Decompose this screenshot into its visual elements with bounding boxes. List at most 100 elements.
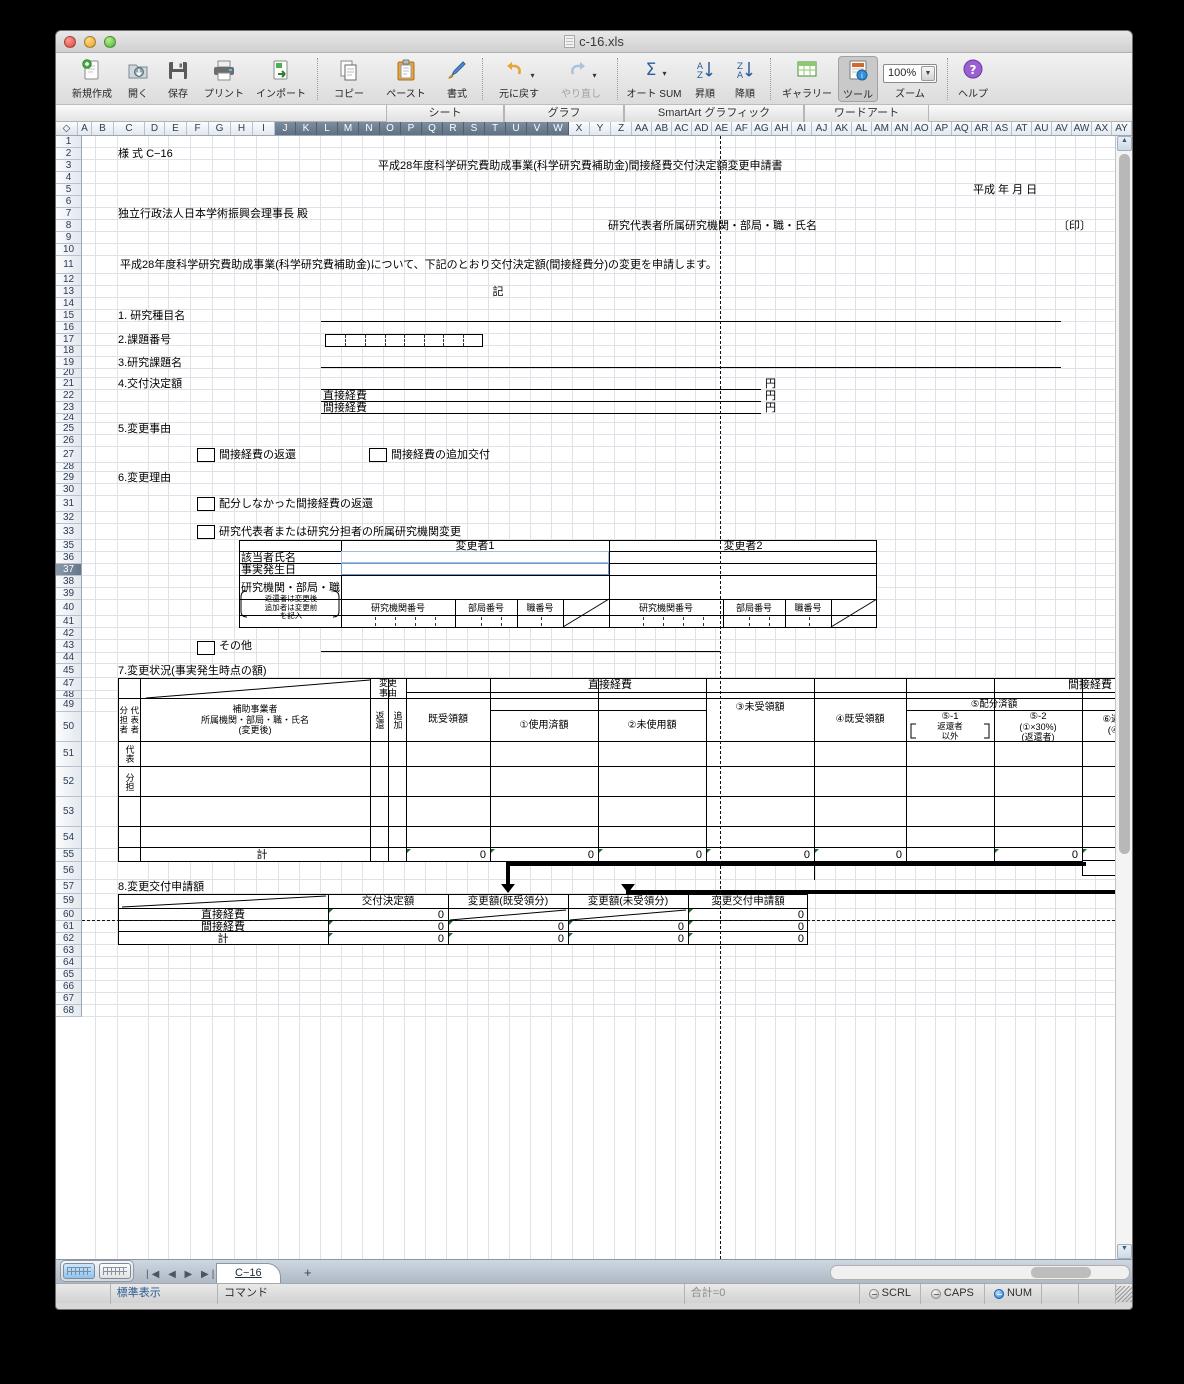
row-header-52[interactable]: 52 bbox=[56, 767, 82, 797]
toolbar-gallery-button[interactable]: ギャラリー bbox=[776, 56, 838, 100]
column-header-ap[interactable]: AP bbox=[932, 122, 952, 135]
toolbar-new-button[interactable]: 新規作成 bbox=[66, 56, 118, 100]
row-header-15[interactable]: 15 bbox=[56, 310, 82, 322]
row-header-21[interactable]: 21 bbox=[56, 378, 82, 390]
row-header-5[interactable]: 5 bbox=[56, 184, 82, 196]
vertical-scrollbar[interactable]: ▲ ▼ bbox=[1115, 136, 1132, 1259]
row-header-10[interactable]: 10 bbox=[56, 244, 82, 256]
chevron-down-icon[interactable]: ▼ bbox=[921, 66, 935, 81]
toolbar-help-button[interactable]: ? ヘルプ bbox=[953, 56, 993, 100]
row-header-17[interactable]: 17 bbox=[56, 334, 82, 346]
column-header-k[interactable]: K bbox=[296, 122, 317, 135]
row-header-54[interactable]: 54 bbox=[56, 827, 82, 849]
column-header-v[interactable]: V bbox=[527, 122, 548, 135]
row-header-33[interactable]: 33 bbox=[56, 524, 82, 540]
column-header-af[interactable]: AF bbox=[732, 122, 752, 135]
row-header-42[interactable]: 42 bbox=[56, 628, 82, 640]
toolbar-print-button[interactable]: プリント bbox=[198, 56, 250, 100]
column-header-r[interactable]: R bbox=[443, 122, 464, 135]
row-header-6[interactable]: 6 bbox=[56, 196, 82, 208]
row-header-14[interactable]: 14 bbox=[56, 298, 82, 310]
toolbar-save-button[interactable]: 保存 bbox=[158, 56, 198, 100]
checkbox-reason-1[interactable] bbox=[197, 497, 215, 511]
row-header-32[interactable]: 32 bbox=[56, 512, 82, 524]
column-header-ad[interactable]: AD bbox=[692, 122, 712, 135]
row-header-38[interactable]: 38 bbox=[56, 576, 82, 588]
column-header-m[interactable]: M bbox=[338, 122, 359, 135]
row-header-41[interactable]: 41 bbox=[56, 616, 82, 628]
column-header-f[interactable]: F bbox=[187, 122, 209, 135]
row-header-66[interactable]: 66 bbox=[56, 981, 82, 993]
resize-grip[interactable] bbox=[1116, 1285, 1132, 1302]
toolbar-zoom-control[interactable]: 100% ▼ ズーム bbox=[878, 56, 942, 100]
column-header-n[interactable]: N bbox=[359, 122, 380, 135]
row-header-61[interactable]: 61 bbox=[56, 921, 82, 933]
column-header-ag[interactable]: AG bbox=[752, 122, 772, 135]
row-header-8[interactable]: 8 bbox=[56, 220, 82, 232]
row-header-40[interactable]: 40 bbox=[56, 600, 82, 616]
column-header-ab[interactable]: AB bbox=[652, 122, 672, 135]
row-header-26[interactable]: 26 bbox=[56, 435, 82, 447]
row-header-65[interactable]: 65 bbox=[56, 969, 82, 981]
column-header-al[interactable]: AL bbox=[852, 122, 872, 135]
row-header-51[interactable]: 51 bbox=[56, 742, 82, 767]
selected-cell-outline[interactable] bbox=[341, 563, 609, 575]
row-header-53[interactable]: 53 bbox=[56, 797, 82, 827]
row-header-59[interactable]: 59 bbox=[56, 894, 82, 909]
status-indicator-scrl[interactable]: SCRL bbox=[860, 1283, 921, 1304]
column-header-w[interactable]: W bbox=[548, 122, 569, 135]
gallery-tab-wordart[interactable]: ワードアート bbox=[804, 104, 929, 122]
row-header-20[interactable]: 20 bbox=[56, 369, 82, 378]
column-header-aj[interactable]: AJ bbox=[812, 122, 832, 135]
row-header-31[interactable]: 31 bbox=[56, 496, 82, 512]
row-header-36[interactable]: 36 bbox=[56, 552, 82, 564]
row-header-11[interactable]: 11 bbox=[56, 256, 82, 274]
column-header-as[interactable]: AS bbox=[992, 122, 1012, 135]
column-header-p[interactable]: P bbox=[401, 122, 422, 135]
row-header-56[interactable]: 56 bbox=[56, 862, 82, 880]
row-header-49[interactable]: 49 bbox=[56, 699, 82, 712]
column-header-g[interactable]: G bbox=[209, 122, 231, 135]
row-header-28[interactable]: 28 bbox=[56, 463, 82, 472]
row-header-13[interactable]: 13 bbox=[56, 286, 82, 298]
column-header-x[interactable]: X bbox=[569, 122, 590, 135]
cell-grid[interactable]: 様 式 C−16 平成28年度科学研究費助成事業(科学研究費補助金)間接経費交付決… bbox=[82, 136, 1115, 1259]
column-header-ar[interactable]: AR bbox=[972, 122, 992, 135]
row-header-2[interactable]: 2 bbox=[56, 148, 82, 160]
column-header-c[interactable]: C bbox=[114, 122, 145, 135]
row-header-7[interactable]: 7 bbox=[56, 208, 82, 220]
column-header-b[interactable]: B bbox=[92, 122, 114, 135]
toolbar-format-button[interactable]: 書式 bbox=[437, 56, 477, 100]
column-header-ay[interactable]: AY bbox=[1112, 122, 1132, 135]
column-header-an[interactable]: AN bbox=[892, 122, 912, 135]
toolbar-tools-button[interactable]: i ツール bbox=[838, 56, 878, 102]
column-header-y[interactable]: Y bbox=[590, 122, 611, 135]
row-header-43[interactable]: 43 bbox=[56, 640, 82, 653]
column-header-at[interactable]: AT bbox=[1012, 122, 1032, 135]
column-header-q[interactable]: Q bbox=[422, 122, 443, 135]
autosum-dropdown-caret[interactable]: ▾ bbox=[662, 69, 666, 78]
row-header-25[interactable]: 25 bbox=[56, 423, 82, 435]
column-header-z[interactable]: Z bbox=[611, 122, 632, 135]
redo-dropdown-caret[interactable]: ▾ bbox=[592, 71, 596, 80]
gallery-tab-sheet[interactable]: シート bbox=[386, 104, 504, 122]
gallery-tab-smartart[interactable]: SmartArt グラフィック bbox=[624, 104, 804, 122]
sheet-nav-buttons[interactable]: |◀ ◀ ▶ ▶| bbox=[146, 1269, 217, 1280]
row-header-22[interactable]: 22 bbox=[56, 390, 82, 402]
toolbar-sort-asc-button[interactable]: AZ 昇順 bbox=[685, 56, 725, 100]
row-header-62[interactable]: 62 bbox=[56, 933, 82, 945]
row-header-23[interactable]: 23 bbox=[56, 402, 82, 414]
status-indicator-num[interactable]: NUM bbox=[985, 1283, 1042, 1304]
column-header-l[interactable]: L bbox=[317, 122, 338, 135]
row-header-63[interactable]: 63 bbox=[56, 945, 82, 957]
column-header-ah[interactable]: AH bbox=[772, 122, 792, 135]
row-header-39[interactable]: 39 bbox=[56, 588, 82, 600]
column-header-ae[interactable]: AE bbox=[712, 122, 732, 135]
horizontal-scroll-thumb[interactable] bbox=[1031, 1267, 1091, 1278]
column-header-ak[interactable]: AK bbox=[832, 122, 852, 135]
row-header-48[interactable]: 48 bbox=[56, 691, 82, 699]
sheet-tab-c16[interactable]: C−16 bbox=[216, 1263, 281, 1283]
row-header-35[interactable]: 35 bbox=[56, 540, 82, 552]
gallery-tab-chart[interactable]: グラフ bbox=[504, 104, 624, 122]
row-header-37[interactable]: 37 bbox=[56, 564, 82, 576]
